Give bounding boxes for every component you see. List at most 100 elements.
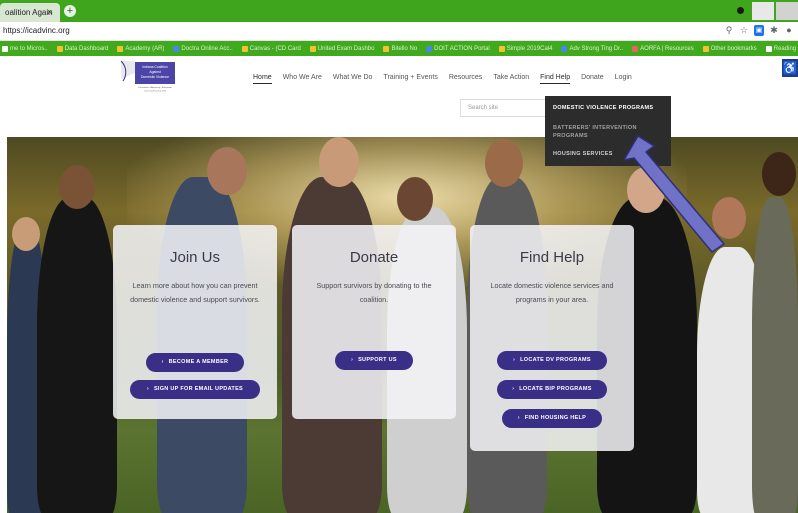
- locate-dv-label: LOCATE DV PROGRAMS: [520, 357, 591, 363]
- nav-donate[interactable]: Donate: [581, 74, 604, 84]
- chevron-right-icon: ›: [146, 386, 149, 392]
- zoom-icon[interactable]: ⚲: [724, 25, 734, 36]
- bookmark-favicon-icon: [426, 45, 433, 52]
- support-us-label: SUPPORT US: [358, 357, 397, 363]
- bookmark-label: Data Dashboard: [64, 45, 109, 52]
- support-us-button[interactable]: › SUPPORT US: [335, 351, 413, 370]
- bookmark-item[interactable]: me to Micros..: [2, 45, 48, 52]
- person-figure: [752, 197, 798, 513]
- find-help-text: Locate domestic violence services and pr…: [490, 281, 614, 304]
- find-help-title: Find Help: [519, 249, 585, 266]
- bookmark-label: Other bookmarks: [710, 45, 757, 52]
- extension-icon[interactable]: ▣: [754, 25, 764, 36]
- chevron-right-icon: ›: [513, 357, 516, 363]
- nav-home[interactable]: Home: [253, 74, 272, 84]
- nav-login[interactable]: Login: [615, 74, 632, 84]
- bookmark-label: AORFA | Resources: [640, 45, 694, 52]
- dropdown-dv-programs[interactable]: Domestic Violence Programs: [553, 105, 653, 111]
- email-updates-button[interactable]: › SIGN UP FOR EMAIL UPDATES: [130, 380, 260, 399]
- join-us-title: Join Us: [169, 249, 221, 266]
- bookmark-item[interactable]: AORFA | Resources: [632, 45, 694, 52]
- bookmark-item[interactable]: Canvas - (CD Card: [241, 45, 301, 52]
- address-bar[interactable]: https://icadvinc.org: [3, 26, 70, 35]
- bookmark-label: Adv Strong Ting Dr..: [569, 45, 624, 52]
- person-head: [59, 165, 95, 209]
- profile-icon[interactable]: ●: [784, 25, 794, 36]
- bookmark-label: Simple 2019Cal4: [506, 45, 553, 52]
- bookmark-item[interactable]: Doctra Online Acc..: [173, 45, 233, 52]
- become-member-button[interactable]: › BECOME A MEMBER: [146, 353, 244, 372]
- logo-line-1: Indiana Coalition: [142, 65, 167, 69]
- bookmark-label: Doctra Online Acc..: [181, 45, 233, 52]
- toolbar-icons: ⚲ ☆ ▣ ✱ ●: [724, 25, 794, 36]
- person-head: [397, 177, 433, 221]
- bookmark-item[interactable]: Simple 2019Cal4: [498, 45, 553, 52]
- bookmark-favicon-icon: [632, 45, 639, 52]
- bookmark-favicon-icon: [309, 45, 316, 52]
- bookmark-favicon-icon: [241, 45, 248, 52]
- bookmark-favicon-icon: [2, 45, 8, 52]
- close-window-button[interactable]: [776, 2, 798, 20]
- browser-tab[interactable]: oalition Again ×: [0, 3, 60, 22]
- become-member-label: BECOME A MEMBER: [168, 359, 229, 365]
- locate-dv-button[interactable]: › LOCATE DV PROGRAMS: [497, 351, 607, 370]
- chevron-right-icon: ›: [351, 357, 354, 363]
- person-head: [207, 147, 247, 195]
- bookmarks-bar: me to Micros.. Data Dashboard Academy (AR)…: [0, 41, 798, 56]
- email-updates-label: SIGN UP FOR EMAIL UPDATES: [153, 386, 244, 392]
- bookmark-item[interactable]: Academy (AR): [117, 45, 164, 52]
- bookmark-favicon-icon: [173, 45, 180, 52]
- chevron-right-icon: ›: [161, 359, 164, 365]
- bookmark-favicon-icon: [765, 45, 772, 52]
- search-input[interactable]: Search site: [460, 99, 546, 117]
- dropdown-housing-services[interactable]: Housing Services: [553, 151, 613, 157]
- logo-line-2: Against: [149, 70, 160, 74]
- bookmark-favicon-icon: [383, 45, 390, 52]
- bookmark-label: United Exam Dashbo: [317, 45, 375, 52]
- nav-resources[interactable]: Resources: [449, 74, 482, 84]
- bookmark-label: DOIT ACTION Portal: [434, 45, 490, 52]
- address-bar-row: https://icadvinc.org ⚲ ☆ ▣ ✱ ●: [0, 22, 798, 41]
- puzzle-icon[interactable]: ✱: [769, 25, 779, 36]
- nav-training-events[interactable]: Training + Events: [383, 74, 437, 84]
- bookmark-favicon-icon: [498, 45, 505, 52]
- donate-card: Donate Support survivors by donating to …: [292, 225, 456, 419]
- tab-close-icon[interactable]: ×: [47, 7, 52, 17]
- bookmark-favicon-icon: [702, 45, 709, 52]
- profile-dot-icon[interactable]: [737, 7, 744, 14]
- main-nav: Home Who We Are What We Do Training + Ev…: [253, 74, 643, 84]
- bookmark-item[interactable]: Bitello No: [383, 45, 418, 52]
- bookmark-item[interactable]: Adv Strong Ting Dr..: [561, 45, 624, 52]
- site-logo[interactable]: Indiana Coalition Against Domestic Viole…: [117, 59, 199, 93]
- tab-title: oalition Again: [5, 8, 53, 17]
- bookmark-label: Reading: [773, 45, 797, 52]
- bookmark-item[interactable]: Data Dashboard: [56, 45, 109, 52]
- nav-find-help[interactable]: Find Help: [540, 74, 571, 84]
- locate-bip-label: LOCATE BIP PROGRAMS: [519, 386, 592, 392]
- nav-take-action[interactable]: Take Action: [493, 74, 529, 84]
- person-head: [485, 139, 523, 187]
- join-us-card: Join Us Learn more about how you can pre…: [113, 225, 277, 419]
- chevron-right-icon: ›: [517, 415, 520, 421]
- housing-help-button[interactable]: › FIND HOUSING HELP: [502, 409, 602, 428]
- nav-who-we-are[interactable]: Who We Are: [283, 74, 322, 84]
- star-icon[interactable]: ☆: [739, 25, 749, 36]
- donate-title: Donate: [349, 249, 399, 266]
- bookmark-item[interactable]: United Exam Dashbo: [309, 45, 375, 52]
- join-us-text: Learn more about how you can prevent dom…: [130, 281, 260, 304]
- logo-tagline: Prevention • Advocacy • Education: [138, 86, 172, 89]
- person-head: [319, 137, 359, 187]
- new-tab-button[interactable]: +: [64, 5, 76, 17]
- logo-founded: Chell Org Founded 1980: [144, 91, 167, 93]
- bookmark-item[interactable]: Reading: [765, 45, 797, 52]
- browser-window: oalition Again × + https://icadvinc.org …: [0, 0, 798, 513]
- bookmark-item[interactable]: DOIT ACTION Portal: [426, 45, 490, 52]
- bookmark-label: Bitello No: [391, 45, 418, 52]
- locate-bip-button[interactable]: › LOCATE BIP PROGRAMS: [497, 380, 607, 399]
- tab-strip: oalition Again × +: [0, 0, 798, 22]
- nav-what-we-do[interactable]: What We Do: [333, 74, 373, 84]
- maximize-button[interactable]: [752, 2, 774, 20]
- bookmark-item[interactable]: Other bookmarks: [702, 45, 757, 52]
- bookmark-favicon-icon: [561, 45, 568, 52]
- wheelchair-icon[interactable]: ♿: [782, 59, 798, 77]
